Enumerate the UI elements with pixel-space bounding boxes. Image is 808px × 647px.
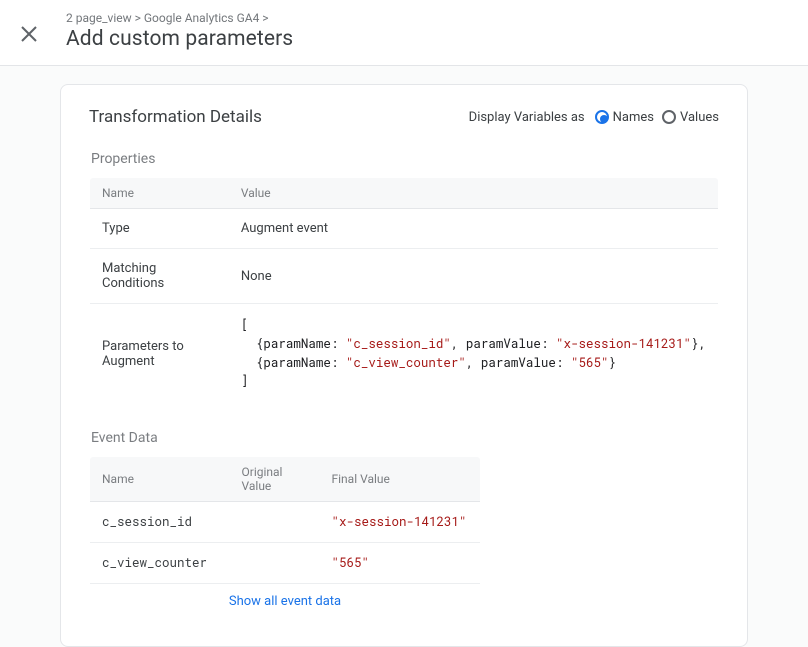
col-name: Name (90, 457, 230, 502)
table-row: c_view_counter "565" (90, 543, 481, 584)
params-code: [ {paramName: "c_session_id", paramValue… (241, 316, 706, 391)
details-card: Transformation Details Display Variables… (60, 84, 748, 647)
col-value: Value (229, 178, 719, 209)
radio-values[interactable]: Values (662, 110, 719, 125)
prop-matching-value: None (229, 249, 719, 304)
event-final: "x-session-141231" (332, 514, 467, 530)
display-variables-group: Display Variables as Names Values (469, 110, 719, 125)
event-section-label: Event Data (91, 430, 719, 446)
prop-type-label: Type (90, 209, 229, 249)
table-row: Matching Conditions None (90, 249, 719, 304)
page-header: 2 page_view > Google Analytics GA4 > Add… (0, 0, 808, 66)
table-row: c_session_id "x-session-141231" (90, 502, 481, 543)
table-row: Parameters to Augment [ {paramName: "c_s… (90, 304, 719, 404)
col-original: Original Value (230, 457, 320, 502)
event-name: c_view_counter (102, 555, 207, 571)
show-all-row[interactable]: Show all event data (90, 584, 481, 620)
radio-names-label: Names (613, 110, 654, 125)
event-data-table: Name Original Value Final Value c_sessio… (89, 456, 481, 620)
display-label: Display Variables as (469, 110, 585, 125)
breadcrumb: 2 page_view > Google Analytics GA4 > (66, 11, 293, 25)
table-row: Type Augment event (90, 209, 719, 249)
properties-section-label: Properties (91, 151, 719, 167)
radio-values-label: Values (680, 110, 719, 125)
radio-dot-icon (662, 110, 676, 124)
col-name: Name (90, 178, 229, 209)
page-title: Add custom parameters (66, 27, 293, 51)
prop-params-label: Parameters to Augment (90, 304, 229, 404)
col-final: Final Value (320, 457, 481, 502)
properties-table: Name Value Type Augment event Matching C… (89, 177, 719, 404)
radio-names[interactable]: Names (595, 110, 654, 125)
prop-type-value: Augment event (229, 209, 719, 249)
event-name: c_session_id (102, 514, 192, 530)
prop-matching-label: Matching Conditions (90, 249, 229, 304)
event-final: "565" (332, 555, 370, 571)
close-icon[interactable] (20, 25, 38, 43)
radio-dot-icon (595, 110, 609, 124)
card-title: Transformation Details (89, 107, 262, 127)
show-all-link[interactable]: Show all event data (90, 584, 481, 620)
